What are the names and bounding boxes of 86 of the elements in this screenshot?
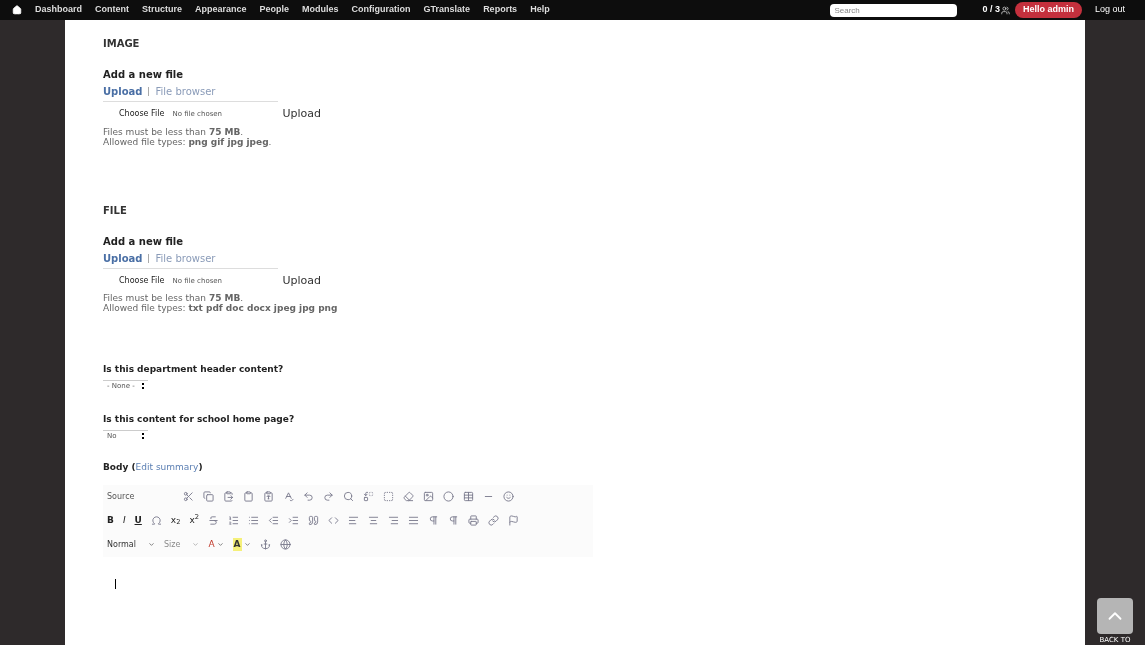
pilcrow-icon[interactable] (428, 515, 440, 526)
text-cursor (115, 578, 116, 589)
strikethrough-icon[interactable] (208, 515, 220, 526)
select-all-icon[interactable] (383, 491, 395, 502)
logout-link[interactable]: Log out (1094, 3, 1125, 17)
method-link[interactable]: Upload (103, 250, 143, 266)
numbered-list-icon[interactable] (228, 515, 240, 526)
quote-icon[interactable] (308, 515, 320, 526)
caret-icon (243, 541, 251, 548)
script-button[interactable]: x$_{2}$ (170, 513, 181, 528)
menu-item[interactable]: Appearance (195, 3, 247, 17)
align-justify-icon[interactable] (408, 515, 420, 526)
menu-item[interactable]: Dashboard (35, 3, 82, 17)
select-arrows-icon (142, 432, 144, 439)
printer-icon[interactable] (468, 515, 480, 526)
upload-button[interactable]: Upload (282, 272, 321, 289)
script-button[interactable]: x$^{2}$ (189, 513, 200, 528)
anchor-icon[interactable] (259, 539, 271, 550)
select-arrows-icon (142, 382, 144, 389)
search-icon[interactable] (343, 491, 355, 502)
outdent-icon[interactable] (268, 515, 280, 526)
menu-item[interactable]: Structure (142, 3, 183, 17)
caret-icon (216, 541, 224, 548)
section-heading: FILE (103, 203, 128, 218)
dropdown-button[interactable]: Normal (107, 538, 155, 551)
choose-file-button[interactable]: Choose File (119, 274, 165, 287)
field-label: Is this department header content? (103, 363, 285, 376)
types-note: Allowed file types: png gif jpg jpeg. (103, 136, 273, 147)
users-icon (1000, 5, 1010, 15)
code-icon[interactable] (328, 515, 340, 526)
counter: 0 / 3 (982, 3, 1000, 17)
bold-button[interactable]: B (107, 513, 114, 528)
spellcheck-icon[interactable] (283, 491, 295, 502)
image-icon[interactable] (423, 491, 435, 502)
field-label: Body ( (103, 461, 136, 474)
paste-text-icon[interactable] (263, 491, 275, 502)
closing-paren: ) (198, 461, 203, 474)
table-icon[interactable] (463, 491, 475, 502)
globe-icon[interactable] (279, 539, 291, 550)
choose-file-button[interactable]: Choose File (119, 108, 165, 121)
omega-icon[interactable] (150, 515, 162, 526)
text-color-button[interactable]: A (208, 537, 224, 552)
caret-icon (192, 541, 200, 548)
caret-icon (147, 541, 155, 548)
section-heading: IMAGE (103, 37, 141, 51)
clipboard-icon[interactable] (243, 491, 255, 502)
scissors-icon[interactable] (183, 491, 195, 502)
types-note: Allowed file types: txt pdf doc docx jpeg jpg png (103, 303, 339, 313)
menu-item[interactable]: People (259, 3, 290, 17)
field-label: Is this content for school home page? (103, 413, 296, 426)
align-left-icon[interactable] (348, 515, 360, 526)
source-button[interactable]: Source (107, 490, 135, 503)
size-note: Files must be less than 75 MB. (103, 293, 245, 303)
menu-item[interactable]: GTranslate (423, 3, 471, 17)
menu-item[interactable]: Help (530, 3, 550, 17)
menu-item[interactable]: Modules (302, 3, 339, 17)
undo-icon[interactable] (303, 491, 315, 502)
field-label: Add a new file (103, 68, 184, 82)
paste-icon[interactable] (223, 491, 235, 502)
method-link[interactable]: Upload (103, 84, 143, 99)
copy-icon[interactable] (203, 491, 215, 502)
menu-item[interactable]: Configuration (351, 3, 411, 17)
menu-item[interactable]: Reports (483, 3, 518, 17)
align-right-icon[interactable] (388, 515, 400, 526)
menu-item[interactable]: Content (95, 3, 129, 17)
italic-button[interactable]: I (122, 513, 126, 528)
flag-icon[interactable] (508, 515, 520, 526)
indent-icon[interactable] (288, 515, 300, 526)
upload-button[interactable]: Upload (282, 106, 321, 123)
replace-icon[interactable] (363, 491, 375, 502)
link-icon[interactable] (488, 515, 500, 526)
size-note: Files must be less than 75 MB. (103, 126, 245, 137)
bullet-list-icon[interactable] (248, 515, 260, 526)
circle-icon[interactable] (443, 491, 455, 502)
underline-button[interactable]: U (134, 513, 142, 528)
smiley-icon[interactable] (503, 491, 515, 502)
home-icon[interactable] (12, 5, 22, 15)
search-field[interactable]: Search (830, 3, 958, 17)
back-to-top-button[interactable] (1097, 598, 1133, 634)
edit-summary-link[interactable]: Edit summary (135, 461, 199, 475)
pilcrow-icon[interactable] (448, 515, 460, 526)
eraser-icon[interactable] (403, 491, 415, 502)
greeting-badge[interactable]: Hello admin (1014, 2, 1082, 18)
redo-icon[interactable] (323, 491, 335, 502)
field-label: Add a new file (103, 234, 184, 249)
align-center-icon[interactable] (368, 515, 380, 526)
